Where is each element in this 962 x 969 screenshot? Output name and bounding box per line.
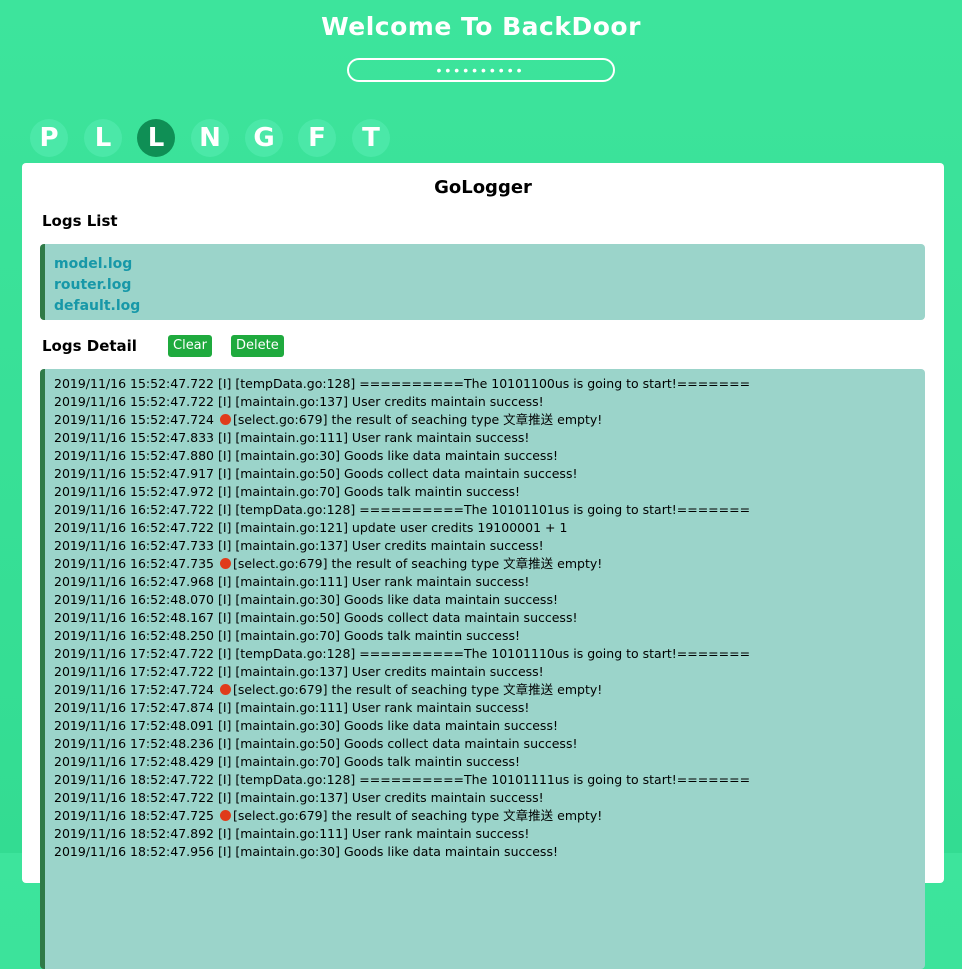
log-line: 2019/11/16 18:52:47.722 [I] [tempData.go… [54, 771, 925, 789]
page-title: Welcome To BackDoor [321, 12, 641, 41]
log-file-router[interactable]: router.log [54, 275, 916, 296]
tab-l[interactable]: L [84, 119, 122, 157]
log-line-text: 2019/11/16 17:52:48.429 [I] [maintain.go… [54, 754, 521, 769]
tab-t[interactable]: T [352, 119, 390, 157]
log-line-text: 2019/11/16 17:52:47.874 [I] [maintain.go… [54, 700, 530, 715]
log-line-text: 2019/11/16 16:52:48.070 [I] [maintain.go… [54, 592, 558, 607]
log-line: 2019/11/16 16:52:48.250 [I] [maintain.go… [54, 627, 925, 645]
log-line-text: 2019/11/16 18:52:47.956 [I] [maintain.go… [54, 844, 558, 859]
log-line: 2019/11/16 17:52:47.722 [I] [tempData.go… [54, 645, 925, 663]
log-line-text: 2019/11/16 18:52:47.722 [I] [tempData.go… [54, 772, 751, 787]
log-line-text: 2019/11/16 15:52:47.722 [I] [maintain.go… [54, 394, 544, 409]
log-line-text: 2019/11/16 18:52:47.892 [I] [maintain.go… [54, 826, 530, 841]
logs-detail-label: Logs Detail [42, 337, 137, 355]
log-line-text: 2019/11/16 16:52:48.167 [I] [maintain.go… [54, 610, 578, 625]
log-line-prefix: 2019/11/16 18:52:47.725 [54, 808, 218, 823]
log-line: 2019/11/16 15:52:47.722 [I] [maintain.go… [54, 393, 925, 411]
log-line-prefix: 2019/11/16 17:52:47.724 [54, 682, 218, 697]
log-line-text: 2019/11/16 16:52:47.733 [I] [maintain.go… [54, 538, 544, 553]
log-line: 2019/11/16 17:52:47.724 [select.go:679] … [54, 681, 925, 699]
log-line-text: 2019/11/16 15:52:47.917 [I] [maintain.go… [54, 466, 578, 481]
log-line-prefix: 2019/11/16 15:52:47.724 [54, 412, 218, 427]
log-line-text: 2019/11/16 17:52:47.722 [I] [maintain.go… [54, 664, 544, 679]
log-line: 2019/11/16 15:52:47.917 [I] [maintain.go… [54, 465, 925, 483]
log-line: 2019/11/16 17:52:47.874 [I] [maintain.go… [54, 699, 925, 717]
warning-icon [219, 558, 231, 569]
warning-icon [219, 414, 231, 425]
log-line-text: [select.go:679] the result of seaching t… [232, 556, 603, 571]
log-line-text: 2019/11/16 17:52:48.091 [I] [maintain.go… [54, 718, 558, 733]
log-line: 2019/11/16 15:52:47.880 [I] [maintain.go… [54, 447, 925, 465]
log-line-text: 2019/11/16 15:52:47.833 [I] [maintain.go… [54, 430, 530, 445]
log-line-text: [select.go:679] the result of seaching t… [232, 808, 603, 823]
logger-panel: GoLogger Logs List model.log router.log … [22, 163, 944, 969]
log-line: 2019/11/16 17:52:47.722 [I] [maintain.go… [54, 663, 925, 681]
log-line: 2019/11/16 15:52:47.724 [select.go:679] … [54, 411, 925, 429]
log-line-text: 2019/11/16 17:52:48.236 [I] [maintain.go… [54, 736, 578, 751]
log-line-text: 2019/11/16 15:52:47.880 [I] [maintain.go… [54, 448, 558, 463]
warning-icon [219, 810, 231, 821]
log-line: 2019/11/16 18:52:47.725 [select.go:679] … [54, 807, 925, 825]
log-line-text: 2019/11/16 16:52:48.250 [I] [maintain.go… [54, 628, 521, 643]
log-line-text: 2019/11/16 15:52:47.972 [I] [maintain.go… [54, 484, 521, 499]
logs-detail: 2019/11/16 15:52:47.722 [I] [tempData.go… [40, 369, 925, 969]
log-line: 2019/11/16 17:52:48.429 [I] [maintain.go… [54, 753, 925, 771]
log-line: 2019/11/16 18:52:47.892 [I] [maintain.go… [54, 825, 925, 843]
tab-g[interactable]: G [245, 119, 283, 157]
log-line-text: [select.go:679] the result of seaching t… [232, 412, 603, 427]
log-line: 2019/11/16 15:52:47.972 [I] [maintain.go… [54, 483, 925, 501]
log-line-text: 2019/11/16 16:52:47.968 [I] [maintain.go… [54, 574, 530, 589]
tab-n[interactable]: N [191, 119, 229, 157]
password-input[interactable] [347, 58, 615, 82]
log-line-text: 2019/11/16 15:52:47.722 [I] [tempData.go… [54, 376, 751, 391]
log-line: 2019/11/16 18:52:47.956 [I] [maintain.go… [54, 843, 925, 861]
log-line: 2019/11/16 15:52:47.722 [I] [tempData.go… [54, 375, 925, 393]
log-line: 2019/11/16 17:52:48.091 [I] [maintain.go… [54, 717, 925, 735]
log-line-text: 2019/11/16 16:52:47.722 [I] [tempData.go… [54, 502, 751, 517]
log-line-text: [select.go:679] the result of seaching t… [232, 682, 603, 697]
log-line: 2019/11/16 16:52:47.722 [I] [tempData.go… [54, 501, 925, 519]
log-line: 2019/11/16 16:52:47.735 [select.go:679] … [54, 555, 925, 573]
delete-button[interactable]: Delete [231, 335, 284, 357]
log-file-model[interactable]: model.log [54, 254, 916, 275]
log-line: 2019/11/16 16:52:47.733 [I] [maintain.go… [54, 537, 925, 555]
log-line: 2019/11/16 18:52:47.722 [I] [maintain.go… [54, 789, 925, 807]
log-line-text: 2019/11/16 16:52:47.722 [I] [maintain.go… [54, 520, 568, 535]
log-line: 2019/11/16 16:52:47.968 [I] [maintain.go… [54, 573, 925, 591]
logs-list-label: Logs List [42, 212, 118, 230]
log-line-text: 2019/11/16 18:52:47.722 [I] [maintain.go… [54, 790, 544, 805]
tab-p[interactable]: P [30, 119, 68, 157]
log-line-prefix: 2019/11/16 16:52:47.735 [54, 556, 218, 571]
log-line: 2019/11/16 16:52:47.722 [I] [maintain.go… [54, 519, 925, 537]
panel-title: GoLogger [434, 177, 532, 198]
tab-l-active[interactable]: L [137, 119, 175, 157]
warning-icon [219, 684, 231, 695]
log-line: 2019/11/16 16:52:48.070 [I] [maintain.go… [54, 591, 925, 609]
log-line: 2019/11/16 16:52:48.167 [I] [maintain.go… [54, 609, 925, 627]
tab-f[interactable]: F [298, 119, 336, 157]
log-line: 2019/11/16 17:52:48.236 [I] [maintain.go… [54, 735, 925, 753]
clear-button[interactable]: Clear [168, 335, 212, 357]
log-line: 2019/11/16 15:52:47.833 [I] [maintain.go… [54, 429, 925, 447]
log-line-text: 2019/11/16 17:52:47.722 [I] [tempData.go… [54, 646, 751, 661]
log-file-default[interactable]: default.log [54, 296, 916, 317]
logs-list: model.log router.log default.log [40, 244, 925, 320]
